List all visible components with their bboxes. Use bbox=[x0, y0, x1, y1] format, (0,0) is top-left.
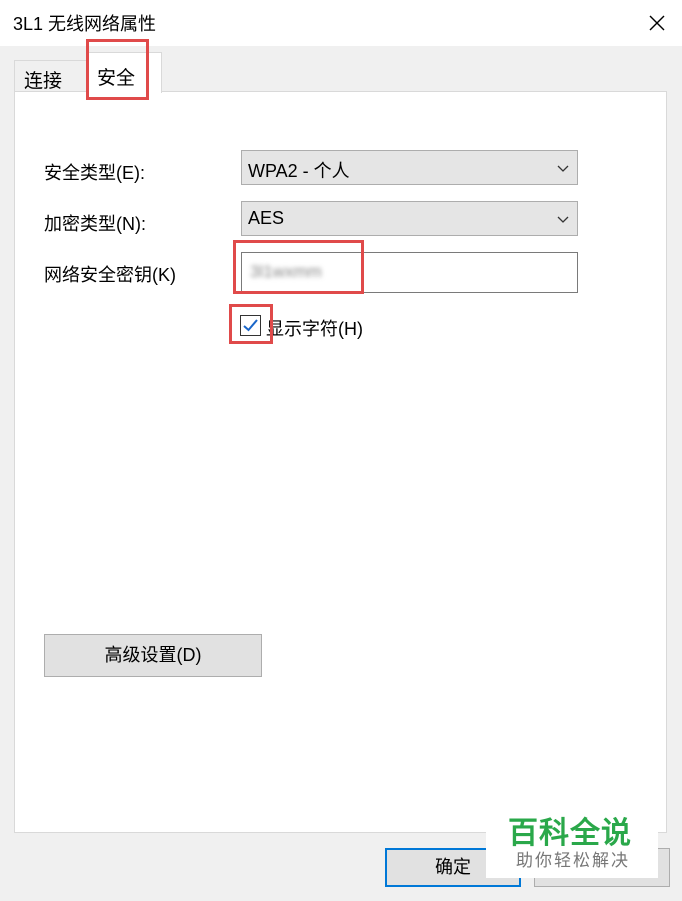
encryption-type-value: AES bbox=[248, 208, 285, 228]
network-key-value: 3l1wxmm bbox=[250, 262, 322, 281]
watermark-sub: 助你轻松解决 bbox=[516, 851, 630, 870]
window-title: 3L1 无线网络属性 bbox=[13, 14, 157, 34]
network-key-input[interactable]: 3l1wxmm bbox=[241, 252, 578, 293]
encryption-type-select[interactable]: AES bbox=[241, 201, 578, 236]
encryption-type-label: 加密类型(N): bbox=[44, 214, 146, 234]
tab-security-label: 安全 bbox=[97, 68, 136, 89]
tab-connection[interactable]: 连接 bbox=[14, 60, 88, 92]
chevron-down-icon bbox=[557, 216, 569, 223]
advanced-settings-button[interactable]: 高级设置(D) bbox=[44, 634, 262, 677]
show-characters-label: 显示字符(H) bbox=[266, 319, 363, 339]
close-icon[interactable] bbox=[640, 6, 674, 40]
tab-connection-label: 连接 bbox=[24, 71, 63, 92]
security-type-select[interactable]: WPA2 - 个人 bbox=[241, 150, 578, 185]
title-bar: 3L1 无线网络属性 bbox=[0, 0, 682, 46]
chevron-down-icon bbox=[557, 165, 569, 172]
security-type-label: 安全类型(E): bbox=[44, 163, 145, 183]
watermark: 百科全说 助你轻松解决 bbox=[486, 800, 658, 878]
checkmark-icon bbox=[243, 319, 258, 332]
security-type-value: WPA2 - 个人 bbox=[248, 161, 350, 181]
network-key-label: 网络安全密钥(K) bbox=[44, 265, 176, 285]
show-characters-checkbox[interactable] bbox=[240, 315, 261, 336]
tab-security[interactable]: 安全 bbox=[86, 52, 162, 93]
